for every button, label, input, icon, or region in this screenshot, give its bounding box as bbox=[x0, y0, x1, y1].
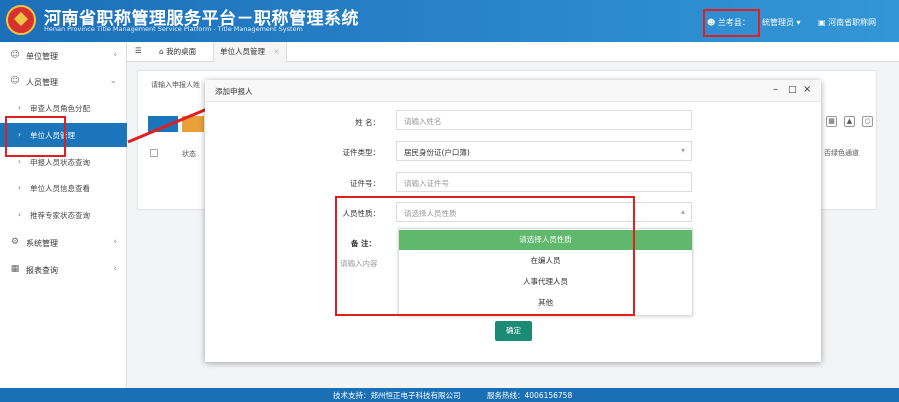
sidebar-item-system-management[interactable]: ⚙ 系统管理 ‹ bbox=[0, 231, 127, 255]
column-header-green-channel: 否绿色通道 bbox=[824, 149, 859, 157]
sidebar-subitem-expert-status[interactable]: › 推荐专家状态查询 bbox=[0, 203, 127, 227]
user-role: 统管理员 bbox=[762, 18, 794, 27]
gear-icon: ⚙ bbox=[10, 237, 20, 247]
close-icon[interactable]: × bbox=[803, 84, 811, 95]
chevron-left-icon: ‹ bbox=[113, 50, 117, 60]
close-icon[interactable]: × bbox=[273, 47, 279, 56]
emblem-logo bbox=[6, 5, 36, 35]
chevron-left-icon: ‹ bbox=[113, 237, 117, 247]
user-icon: ☺ bbox=[10, 76, 20, 86]
image-icon: ▦ bbox=[10, 264, 20, 274]
app-title-english: Henan Province Title Management Service … bbox=[44, 25, 303, 33]
dialog-title: 添加申报人 bbox=[215, 87, 253, 96]
user-role-menu[interactable]: 统管理员 ▾ bbox=[762, 17, 801, 28]
sidebar-subitem-personnel-info[interactable]: › 单位人员信息查看 bbox=[0, 176, 127, 200]
sidebar-highlight-box bbox=[5, 116, 66, 157]
menu-toggle-icon[interactable]: ☰ bbox=[135, 46, 142, 55]
footer: 技术支持：郑州恒正电子科技有限公司 服务热线：4006156758 bbox=[0, 388, 899, 402]
tab-bar: ☰ ⌂ 我的桌面 单位人员管理 × bbox=[127, 42, 899, 62]
chevron-right-icon: › bbox=[18, 103, 21, 112]
user-icon: ☻ bbox=[707, 18, 716, 27]
chevron-down-icon: ⌄ bbox=[109, 76, 117, 86]
portal-link[interactable]: ▣ 河南省职称网 bbox=[818, 17, 876, 28]
footer-support: 技术支持：郑州恒正电子科技有限公司 bbox=[333, 391, 461, 400]
app-header: 河南省职称管理服务平台－职称管理系统 Henan Province Title … bbox=[0, 0, 899, 42]
name-label: 姓 名： bbox=[355, 118, 380, 127]
chevron-right-icon: › bbox=[18, 210, 21, 219]
sidebar-item-report-query[interactable]: ▦ 报表查询 ‹ bbox=[0, 258, 127, 282]
user-icon: ☺ bbox=[10, 50, 20, 60]
chevron-down-icon: ▾ bbox=[796, 18, 801, 27]
name-input[interactable]: 请输入姓名 bbox=[396, 110, 692, 130]
columns-icon[interactable]: ▦ bbox=[826, 116, 837, 127]
caret-up-icon: ▴ bbox=[680, 207, 685, 216]
idno-label: 证件号： bbox=[350, 179, 380, 188]
tab-unit-personnel[interactable]: 单位人员管理 × bbox=[213, 42, 287, 62]
nature-highlight-box bbox=[335, 196, 635, 316]
idtype-label: 证件类型： bbox=[342, 148, 381, 157]
tab-home[interactable]: ⌂ 我的桌面 bbox=[159, 46, 196, 57]
export-icon[interactable]: ▲ bbox=[844, 116, 855, 127]
monitor-icon: ▣ bbox=[818, 18, 826, 27]
print-icon[interactable]: ○ bbox=[862, 116, 873, 127]
dialog-header: 添加申报人 – □ × bbox=[205, 80, 821, 102]
idtype-select[interactable]: 居民身份证(户口簿) ▾ bbox=[396, 141, 692, 161]
current-user[interactable]: ☻ 兰考县： bbox=[707, 17, 750, 28]
user-county: 兰考县： bbox=[717, 18, 750, 27]
idno-input[interactable]: 请输入证件号 bbox=[396, 172, 692, 192]
caret-down-icon: ▾ bbox=[680, 146, 685, 155]
minimize-icon[interactable]: – bbox=[773, 84, 778, 95]
sidebar: ☺ 单位管理 ‹ ☺ 人员管理 ⌄ › 审查人员角色分配 › 单位人员管理 › … bbox=[0, 42, 127, 389]
maximize-icon[interactable]: □ bbox=[788, 85, 797, 95]
sidebar-item-unit-management[interactable]: ☺ 单位管理 ‹ bbox=[0, 44, 127, 68]
home-icon: ⌂ bbox=[159, 47, 164, 56]
confirm-button[interactable]: 确定 bbox=[495, 321, 532, 341]
select-all-checkbox[interactable] bbox=[150, 149, 158, 157]
chevron-right-icon: › bbox=[18, 183, 21, 192]
portal-link-label: 河南省职称网 bbox=[828, 18, 877, 27]
chevron-right-icon: › bbox=[18, 157, 21, 166]
footer-hotline: 服务热线：4006156758 bbox=[487, 391, 573, 400]
sidebar-item-personnel-management[interactable]: ☺ 人员管理 ⌄ bbox=[0, 70, 127, 94]
chevron-left-icon: ‹ bbox=[113, 264, 117, 274]
column-header-status: 状态 bbox=[182, 150, 196, 158]
